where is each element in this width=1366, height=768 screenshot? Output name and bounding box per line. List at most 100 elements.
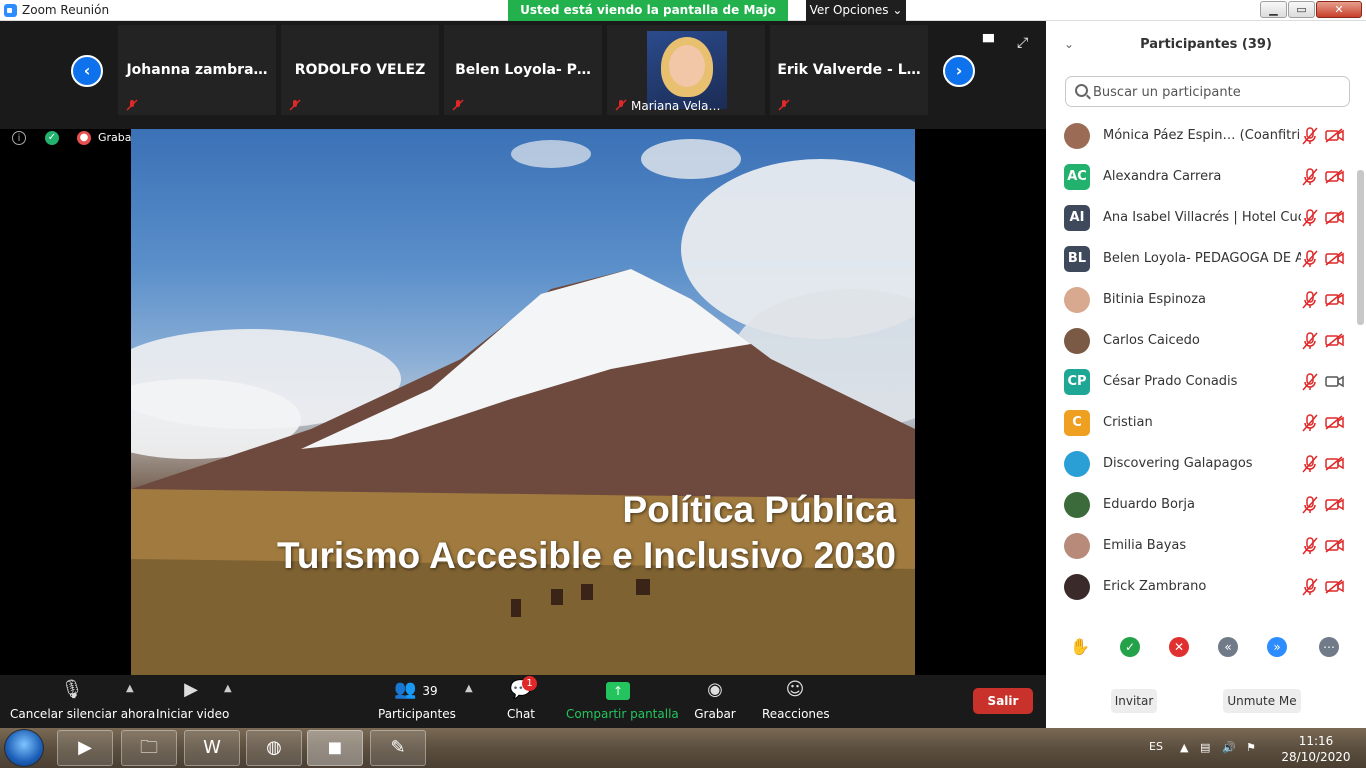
unmute-me-button[interactable]: Unmute Me bbox=[1223, 689, 1301, 713]
close-window-button[interactable]: ✕ bbox=[1316, 1, 1362, 18]
participant-name: Erick Zambrano bbox=[1103, 579, 1207, 594]
start-button[interactable] bbox=[4, 729, 44, 767]
previous-page-button[interactable]: ‹ bbox=[71, 55, 103, 87]
chat-button[interactable]: 💬 1 Chat bbox=[500, 676, 542, 721]
maximize-button[interactable]: ▭ bbox=[1288, 1, 1315, 18]
participant-row[interactable]: AI Ana Isabel Villacrés | Hotel Cucu… bbox=[1046, 199, 1356, 240]
participant-row[interactable]: BL Belen Loyola- PEDAGOGA DE A… bbox=[1046, 240, 1356, 281]
mic-muted-icon bbox=[1302, 209, 1318, 227]
yes-check-icon[interactable]: ✓ bbox=[1120, 637, 1140, 657]
participants-options-caret-icon[interactable]: ▲ bbox=[465, 683, 473, 694]
language-indicator[interactable]: ES bbox=[1149, 740, 1163, 753]
mute-button[interactable]: 🎙 Cancelar silenciar ahora bbox=[10, 679, 155, 721]
exit-minimize-icon[interactable]: ▀ bbox=[983, 35, 999, 51]
action-center-icon[interactable]: ⚑ bbox=[1246, 741, 1256, 754]
avatar bbox=[1064, 287, 1090, 313]
participant-row[interactable]: Emilia Bayas bbox=[1046, 527, 1356, 568]
shield-icon[interactable]: ✓ bbox=[45, 131, 59, 145]
media-player-taskbar-icon[interactable]: ▶ bbox=[57, 730, 113, 766]
video-on-icon bbox=[1325, 375, 1344, 388]
leave-button[interactable]: Salir bbox=[973, 688, 1033, 714]
no-x-icon[interactable]: ✕ bbox=[1169, 637, 1189, 657]
network-icon[interactable]: ▤ bbox=[1200, 741, 1210, 754]
mic-muted-icon: 🎙 bbox=[60, 679, 84, 700]
screen-share-banner: Usted está viendo la pantalla de Majo Na… bbox=[508, 0, 788, 38]
participant-row[interactable]: Erick Zambrano bbox=[1046, 568, 1356, 602]
participants-icon: 👥 39 bbox=[394, 679, 438, 700]
mic-muted-icon bbox=[1302, 127, 1318, 145]
participant-row[interactable]: C Cristian bbox=[1046, 404, 1356, 445]
avatar bbox=[1064, 533, 1090, 559]
more-options-icon[interactable]: ⋯ bbox=[1319, 637, 1339, 657]
fullscreen-icon[interactable]: ⤢ bbox=[1017, 35, 1033, 51]
raise-hand-icon[interactable]: ✋ bbox=[1070, 637, 1090, 657]
avatar bbox=[1064, 451, 1090, 477]
video-tile-with-camera[interactable]: Mariana Vela… bbox=[607, 25, 765, 115]
go-slower-icon[interactable]: « bbox=[1218, 637, 1238, 657]
participant-row[interactable]: Discovering Galapagos bbox=[1046, 445, 1356, 486]
mic-muted-icon bbox=[1302, 578, 1318, 596]
go-faster-icon[interactable]: » bbox=[1267, 637, 1287, 657]
next-page-button[interactable]: › bbox=[943, 55, 975, 87]
title-bar: Zoom Reunión Usted está viendo la pantal… bbox=[0, 0, 1366, 38]
zoom-taskbar-icon[interactable]: ◼ bbox=[307, 730, 363, 766]
view-options-button[interactable]: Ver Opciones ⌄ bbox=[806, 0, 906, 21]
mic-muted-icon bbox=[1302, 373, 1318, 391]
reactions-label: Reacciones bbox=[762, 707, 830, 721]
chevron-down-icon: ⌄ bbox=[892, 3, 903, 17]
panel-title: Participantes (39) bbox=[1140, 37, 1272, 52]
video-off-icon bbox=[1325, 251, 1344, 266]
clock-date: 28/10/2020 bbox=[1281, 750, 1351, 764]
participant-name: Belen Loyola- PEDAGOGA DE A… bbox=[1103, 251, 1301, 266]
invite-button[interactable]: Invitar bbox=[1111, 689, 1157, 713]
volcano-landscape-image bbox=[131, 139, 915, 675]
word-taskbar-icon[interactable]: W bbox=[184, 730, 240, 766]
participant-name: Bitinia Espinoza bbox=[1103, 292, 1207, 307]
participant-search-input[interactable] bbox=[1093, 82, 1343, 102]
avatar bbox=[1064, 328, 1090, 354]
record-button[interactable]: ◉ Grabar bbox=[694, 679, 736, 721]
video-tile[interactable]: RODOLFO VELEZ bbox=[281, 25, 439, 115]
participant-row[interactable]: AC Alexandra Carrera bbox=[1046, 158, 1356, 199]
share-screen-button[interactable]: ↑ Compartir pantalla bbox=[566, 679, 679, 721]
participant-row[interactable]: Carlos Caicedo bbox=[1046, 322, 1356, 363]
chevron-left-icon: ‹ bbox=[83, 61, 91, 80]
slide-title-line-1: Política Pública bbox=[622, 489, 896, 530]
paint-taskbar-icon[interactable]: ✎ bbox=[370, 730, 426, 766]
window-title: Zoom Reunión bbox=[22, 3, 110, 17]
participant-row[interactable]: Mónica Páez Espin… (Coanfitrión) bbox=[1046, 117, 1356, 158]
volume-icon[interactable]: 🔊 bbox=[1222, 741, 1236, 754]
minimize-button[interactable]: ▁ bbox=[1260, 1, 1287, 18]
video-tile[interactable]: Belen Loyola- P… bbox=[444, 25, 602, 115]
reactions-button[interactable]: ☺ Reacciones bbox=[762, 679, 830, 721]
zoom-app-icon bbox=[4, 4, 17, 17]
system-clock[interactable]: 11:16 28/10/2020 bbox=[1276, 733, 1356, 765]
mic-muted-icon bbox=[1302, 537, 1318, 555]
mic-muted-icon bbox=[1302, 168, 1318, 186]
firefox-taskbar-icon[interactable]: ◍ bbox=[246, 730, 302, 766]
participants-button[interactable]: 👥 39 Participantes bbox=[378, 679, 456, 721]
mic-muted-icon bbox=[615, 99, 627, 111]
file-explorer-taskbar-icon[interactable]: 🗀 bbox=[121, 730, 177, 766]
participant-row[interactable]: Eduardo Borja bbox=[1046, 486, 1356, 527]
record-icon: ◉ bbox=[707, 679, 723, 700]
participants-panel: ⌄ Participantes (39) Mónica Páez Espin… … bbox=[1046, 21, 1366, 728]
participant-search-field[interactable] bbox=[1065, 76, 1350, 107]
participants-label: Participantes bbox=[378, 707, 456, 721]
chat-icon: 💬 1 bbox=[500, 676, 542, 701]
participant-name: Ana Isabel Villacrés | Hotel Cucu… bbox=[1103, 210, 1301, 225]
mic-muted-icon bbox=[1302, 414, 1318, 432]
search-icon bbox=[1075, 84, 1088, 97]
participant-row[interactable]: Bitinia Espinoza bbox=[1046, 281, 1356, 322]
video-tile[interactable]: Johanna zambra… bbox=[118, 25, 276, 115]
participant-list-scrollbar[interactable] bbox=[1357, 170, 1364, 325]
start-video-button[interactable]: ▶ Iniciar video bbox=[156, 679, 229, 721]
tray-expand-icon[interactable]: ▲ bbox=[1180, 741, 1188, 754]
meeting-toolbar: 🎙 Cancelar silenciar ahora ▲ ▶ Iniciar v… bbox=[0, 675, 1046, 728]
audio-options-caret-icon[interactable]: ▲ bbox=[126, 683, 134, 694]
participant-name: Carlos Caicedo bbox=[1103, 333, 1200, 348]
participant-row[interactable]: CP César Prado Conadis bbox=[1046, 363, 1356, 404]
video-options-caret-icon[interactable]: ▲ bbox=[224, 683, 232, 694]
video-tile[interactable]: Erik Valverde - L… bbox=[770, 25, 928, 115]
info-icon[interactable]: i bbox=[12, 131, 26, 145]
